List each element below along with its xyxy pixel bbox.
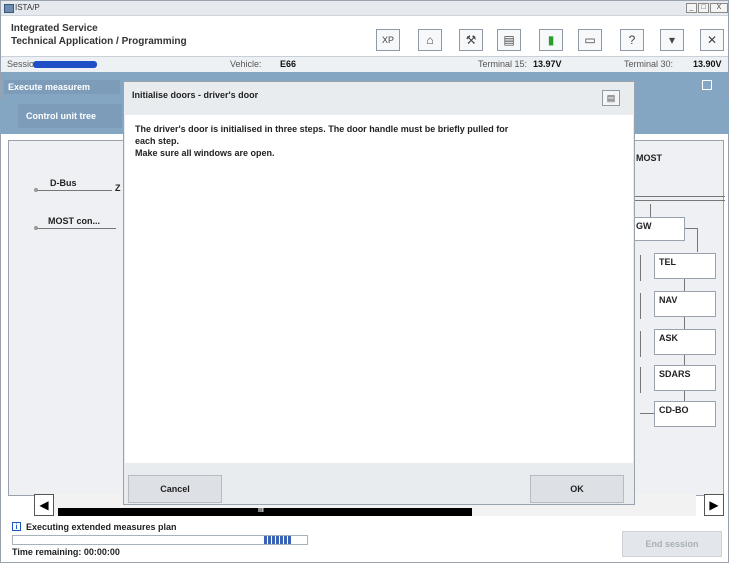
terminal15-value: 13.97V: [533, 59, 562, 69]
bus-d-bus[interactable]: D-Bus: [50, 178, 77, 188]
scroll-right-button[interactable]: ▶: [704, 494, 724, 516]
print-button[interactable]: ▤: [497, 29, 521, 51]
close-app-button[interactable]: ✕: [700, 29, 724, 51]
screen-icon: ▭: [584, 33, 596, 47]
module-nav[interactable]: NAV: [654, 291, 716, 317]
vehicle-value: E66: [280, 59, 297, 69]
app-name-line2: Technical Application / Programming: [11, 36, 187, 47]
window-title: ISTA/P: [15, 3, 40, 12]
info-bar: Session: Vehicle: E66 Terminal 15: 13.97…: [1, 56, 728, 73]
xp-button[interactable]: XP: [376, 29, 400, 51]
time-remaining: Time remaining: 00:00:00: [12, 547, 120, 557]
scrollbar-grip-icon: III: [258, 507, 264, 514]
scrollbar-thumb[interactable]: [58, 508, 472, 516]
app-name-line1: Integrated Service: [11, 23, 98, 34]
app-header: Integrated Service Technical Application…: [1, 16, 728, 54]
ok-button[interactable]: OK: [530, 475, 624, 503]
battery-button[interactable]: ▮: [539, 29, 563, 51]
module-tel[interactable]: TEL: [654, 253, 716, 279]
battery-icon: ▮: [547, 33, 555, 47]
help-button[interactable]: ?: [620, 29, 644, 51]
wrench-icon: ⚒: [465, 33, 477, 47]
bus-most-connection[interactable]: MOST con...: [48, 216, 100, 226]
dropdown-icon: ▾: [668, 33, 676, 47]
home-icon: ⌂: [426, 33, 434, 47]
end-session-button[interactable]: End session: [622, 531, 722, 557]
z-label: Z: [115, 183, 121, 193]
info-icon: i: [12, 522, 21, 531]
message-line-3: Make sure all windows are open.: [135, 148, 275, 158]
minimize-app-button[interactable]: ▾: [660, 29, 684, 51]
dialog-title: Initialise doors - driver's door: [124, 82, 634, 108]
module-ask[interactable]: ASK: [654, 329, 716, 355]
module-sdars[interactable]: SDARS: [654, 365, 716, 391]
title-bar: ISTA/P: [1, 1, 728, 16]
node-dot: [34, 188, 38, 192]
xp-icon: XP: [381, 35, 394, 45]
minimize-window-button[interactable]: _: [686, 3, 697, 13]
dialog-body: The driver's door is initialised in thre…: [125, 115, 633, 463]
tab-control-unit-tree[interactable]: Control unit tree: [18, 104, 122, 128]
help-icon: ?: [628, 33, 636, 47]
initialise-doors-dialog: Initialise doors - driver's door ▤ The d…: [123, 81, 635, 505]
maximize-window-button[interactable]: □: [698, 3, 709, 13]
close-window-button[interactable]: X: [710, 3, 728, 13]
progress-indicator: [264, 536, 292, 544]
message-line-1: The driver's door is initialised in thre…: [135, 124, 509, 134]
scroll-left-button[interactable]: ◀: [34, 494, 54, 516]
screen-button[interactable]: ▭: [578, 29, 602, 51]
print-icon: ▤: [606, 93, 616, 103]
wrench-button[interactable]: ⚒: [459, 29, 483, 51]
tab-execute-measures[interactable]: Execute measurem: [4, 80, 120, 94]
dialog-message: The driver's door is initialised in thre…: [135, 123, 615, 159]
message-line-2: each step.: [135, 136, 180, 146]
arrow-left-icon: ◀: [39, 498, 49, 512]
module-gw[interactable]: GW: [631, 217, 685, 241]
dialog-print-button[interactable]: ▤: [602, 90, 620, 106]
terminal30-label: Terminal 30:: [624, 59, 674, 69]
status-text: Executing extended measures plan: [26, 522, 177, 532]
module-cd-bo[interactable]: CD-BO: [654, 401, 716, 427]
node-dot: [34, 226, 38, 230]
home-button[interactable]: ⌂: [418, 29, 442, 51]
terminal30-value: 13.90V: [693, 59, 722, 69]
most-label: MOST: [636, 153, 662, 163]
print-icon: ▤: [503, 33, 515, 47]
session-field[interactable]: [33, 61, 97, 68]
terminal15-label: Terminal 15:: [478, 59, 528, 69]
cancel-button[interactable]: Cancel: [128, 475, 222, 503]
arrow-right-icon: ▶: [709, 498, 719, 512]
close-icon: ✕: [706, 33, 718, 47]
vehicle-label: Vehicle:: [230, 59, 262, 69]
app-icon: [4, 4, 14, 13]
collapse-icon[interactable]: [702, 80, 712, 90]
